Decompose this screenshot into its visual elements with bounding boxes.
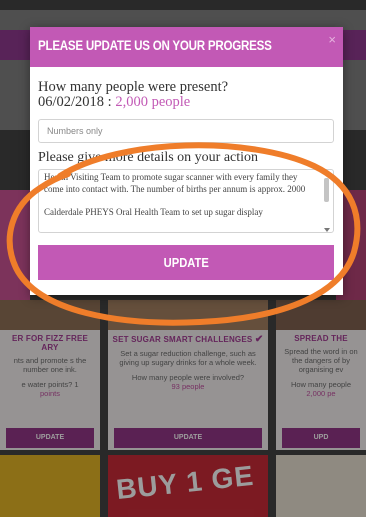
textarea-scrollbar[interactable]: [322, 170, 332, 232]
close-icon[interactable]: ×: [328, 32, 336, 47]
scroll-thumb[interactable]: [324, 178, 329, 202]
scroll-up-icon[interactable]: [324, 170, 330, 174]
answer-people-count: 2,000 people: [115, 94, 191, 110]
details-label: Please give more details on your action: [38, 150, 259, 165]
modal-title: PLEASE UPDATE US ON YOUR PROGRESS: [38, 38, 272, 53]
progress-update-modal: PLEASE UPDATE US ON YOUR PROGRESS × How …: [30, 27, 343, 295]
scroll-down-icon[interactable]: [324, 228, 330, 232]
action-details-textarea[interactable]: Health Visiting Team to promote sugar sc…: [38, 169, 334, 233]
update-button-label: UPDATE: [163, 255, 209, 270]
update-button[interactable]: UPDATE: [38, 245, 334, 280]
people-present-answer: 06/02/2018 : 2,000 people: [38, 94, 190, 111]
people-count-input[interactable]: [38, 119, 334, 143]
answer-date: 06/02/2018 :: [38, 94, 116, 110]
modal-header: PLEASE UPDATE US ON YOUR PROGRESS ×: [30, 27, 343, 67]
